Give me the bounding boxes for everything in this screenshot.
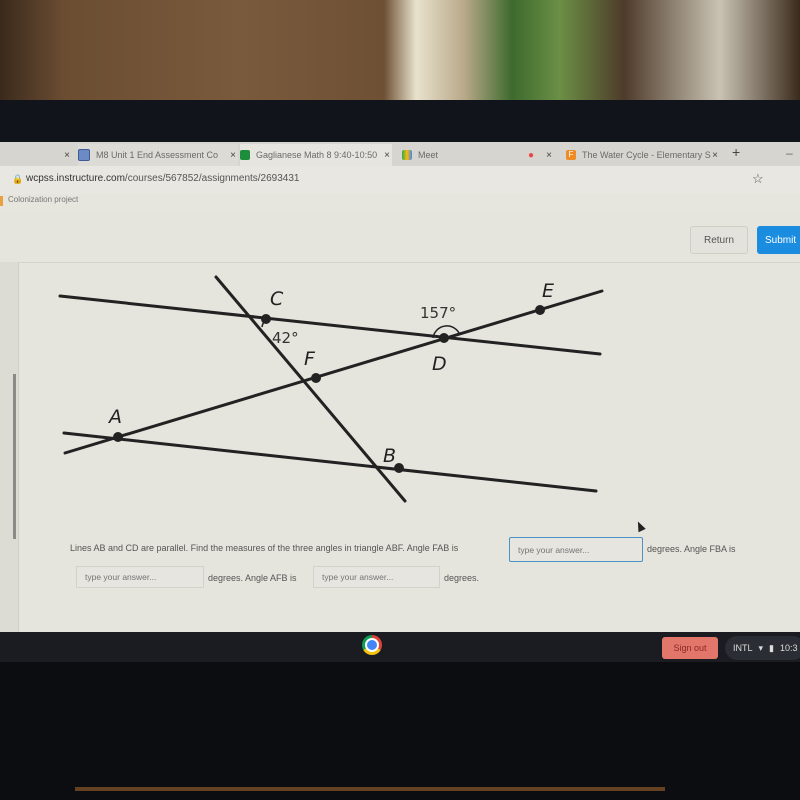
answer-fab-input[interactable] bbox=[509, 537, 643, 562]
clock: 10:3 bbox=[780, 643, 798, 653]
label-c: C bbox=[270, 288, 284, 310]
bookmark-star-icon[interactable]: ☆ bbox=[752, 171, 764, 187]
point-e bbox=[535, 305, 545, 315]
recording-indicator-icon: ● bbox=[528, 149, 535, 161]
line-ab bbox=[62, 431, 598, 493]
point-c bbox=[261, 314, 271, 324]
bookmark-colonization[interactable]: Colonization project bbox=[8, 195, 78, 204]
status-tray[interactable]: INTL ▾ ▮ 10:3 bbox=[725, 636, 800, 660]
sign-out-button[interactable]: Sign out bbox=[662, 637, 718, 659]
label-f: F bbox=[304, 348, 316, 370]
label-e: E bbox=[542, 280, 554, 302]
angle-d-label: 157° bbox=[420, 304, 456, 322]
url-text[interactable]: wcpss.instructure.com/courses/567852/ass… bbox=[26, 173, 300, 184]
question-text-fba: degrees. Angle FBA is bbox=[647, 544, 736, 554]
google-meet-icon bbox=[402, 150, 412, 160]
keyboard-edge bbox=[75, 787, 665, 791]
close-tab-icon[interactable]: × bbox=[712, 150, 718, 161]
close-tab-icon[interactable]: × bbox=[384, 150, 390, 161]
point-d bbox=[439, 333, 449, 343]
close-tab-icon[interactable]: × bbox=[64, 150, 70, 161]
url-path: /courses/567852/assignments/2693431 bbox=[124, 173, 300, 184]
monitor-bezel-bottom bbox=[0, 662, 800, 800]
tab-water-cycle[interactable]: F The Water Cycle - Elementary S × bbox=[566, 144, 720, 166]
wifi-icon: ▾ bbox=[758, 642, 764, 653]
close-tab-icon[interactable]: × bbox=[546, 150, 552, 161]
close-tab-icon[interactable]: × bbox=[230, 150, 236, 161]
tab-0[interactable]: × bbox=[0, 144, 72, 166]
minimize-button[interactable]: – bbox=[786, 146, 793, 160]
tab-label: M8 Unit 1 End Assessment Co bbox=[96, 150, 219, 160]
answer-afb-input[interactable] bbox=[313, 566, 440, 588]
lock-icon: 🔒 bbox=[12, 174, 24, 184]
label-d: D bbox=[432, 353, 447, 375]
tab-strip: × M8 Unit 1 End Assessment Co × Gagliane… bbox=[0, 142, 800, 166]
line-cb bbox=[214, 275, 407, 503]
line-cd bbox=[58, 294, 602, 356]
answer-fba-input[interactable] bbox=[76, 566, 204, 588]
tab-meet[interactable]: Meet ● × bbox=[402, 144, 554, 166]
tab-classroom[interactable]: Gaglianese Math 8 9:40-10:50 × bbox=[240, 144, 392, 166]
geometry-diagram: C D E F A B 42° 157° bbox=[58, 275, 604, 503]
left-rail bbox=[0, 262, 19, 632]
bookmarks-bar: Colonization project bbox=[0, 194, 800, 210]
label-a: A bbox=[107, 406, 122, 428]
submit-button[interactable]: Submit bbox=[757, 226, 800, 254]
folder-icon bbox=[0, 196, 3, 206]
tab-label: Gaglianese Math 8 9:40-10:50 bbox=[256, 150, 378, 160]
chrome-icon[interactable] bbox=[362, 635, 382, 655]
return-button[interactable]: Return bbox=[690, 226, 748, 254]
tab-label: Meet bbox=[418, 150, 439, 160]
address-bar[interactable]: 🔒 wcpss.instructure.com/courses/567852/a… bbox=[0, 166, 800, 194]
label-b: B bbox=[383, 445, 396, 467]
tab-label: The Water Cycle - Elementary S bbox=[582, 150, 711, 160]
angle-c-label: 42° bbox=[272, 329, 299, 347]
quiz-header: Return Submit bbox=[0, 210, 800, 263]
ime-indicator: INTL bbox=[733, 643, 753, 653]
flocabulary-icon: F bbox=[566, 150, 576, 160]
scrollbar[interactable] bbox=[13, 374, 16, 539]
monitor-bezel-top bbox=[0, 100, 800, 142]
point-f bbox=[311, 373, 321, 383]
url-domain: wcpss.instructure.com bbox=[26, 173, 125, 184]
point-a bbox=[113, 432, 123, 442]
tab-assessment[interactable]: M8 Unit 1 End Assessment Co × bbox=[78, 144, 238, 166]
room-background bbox=[0, 0, 800, 105]
canvas-quiz-icon bbox=[78, 149, 90, 161]
line-ae bbox=[63, 289, 604, 455]
google-classroom-icon bbox=[240, 150, 250, 160]
battery-icon: ▮ bbox=[769, 642, 774, 653]
new-tab-button[interactable]: + bbox=[732, 144, 740, 160]
question-text-end: degrees. bbox=[444, 573, 480, 583]
